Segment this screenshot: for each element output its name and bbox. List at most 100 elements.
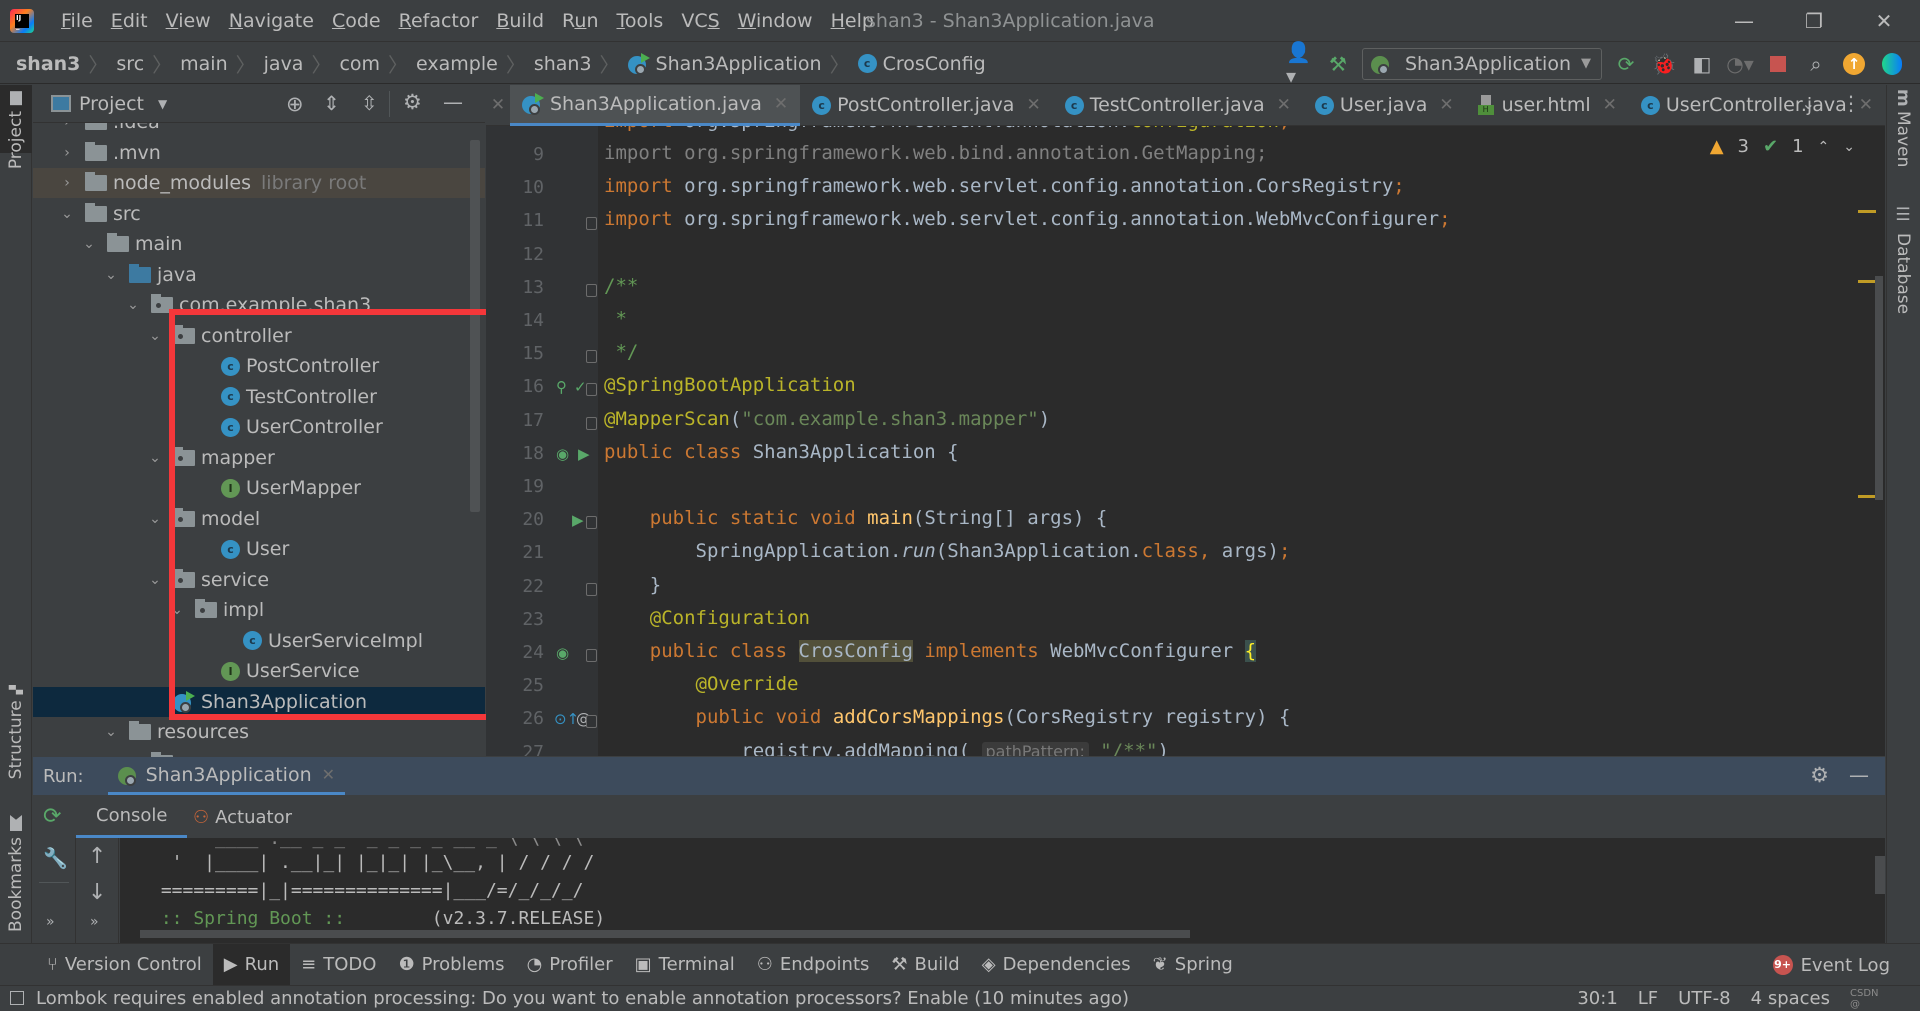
stop-icon[interactable]	[1764, 50, 1792, 78]
code-line[interactable]: *	[604, 308, 626, 330]
run-gutter-icon[interactable]: ▶	[578, 445, 590, 463]
breadcrumb-item[interactable]: java	[264, 53, 304, 75]
coverage-icon[interactable]: ◧	[1688, 50, 1716, 78]
project-tree-scrollbar[interactable]	[470, 140, 480, 512]
fold-marker-icon[interactable]	[586, 217, 597, 231]
chevron-right-icon[interactable]: ›	[59, 145, 75, 161]
chevron-down-icon[interactable]: ⌄	[103, 724, 119, 740]
tree-item[interactable]: ⌄ impl	[33, 595, 485, 625]
code-line[interactable]: import org.springframework.web.bind.anno…	[604, 142, 1267, 164]
spring-bean-icon[interactable]: ⚲	[556, 378, 567, 396]
breadcrumb-item[interactable]: com	[339, 53, 380, 75]
fold-marker-icon[interactable]	[586, 283, 597, 297]
tree-item[interactable]: › .mvn	[33, 138, 485, 168]
tree-item[interactable]: I UserMapper	[33, 473, 485, 503]
editor-tab[interactable]: c TestController.java ✕	[1053, 85, 1303, 126]
fold-marker-icon[interactable]	[586, 649, 597, 662]
tree-item[interactable]: ⌄ java	[33, 260, 485, 290]
project-stripe-button[interactable]: Project	[0, 85, 32, 169]
chevron-down-icon[interactable]: ⌄	[169, 602, 185, 618]
code-line[interactable]: public static void main(String[] args) {	[604, 507, 1108, 529]
code-line[interactable]: @Configuration	[604, 607, 810, 629]
event-log-button[interactable]: 9+ Event Log	[1772, 944, 1890, 986]
user-icon[interactable]: 👤▾	[1286, 40, 1314, 88]
menu-build[interactable]: Build	[487, 0, 553, 42]
tree-item[interactable]: › .idea	[33, 123, 485, 137]
plugin-icon[interactable]	[1878, 50, 1906, 78]
update-icon[interactable]: ↑	[1840, 50, 1868, 78]
code-editor[interactable]: import org.springframework.context.annot…	[486, 126, 1885, 756]
breadcrumb-item[interactable]: c CrosConfig	[857, 53, 986, 75]
status-message[interactable]: Lombok requires enabled annotation proce…	[36, 988, 1129, 1009]
menu-refactor[interactable]: Refactor	[390, 0, 488, 42]
project-view-selector[interactable]: Project	[79, 93, 144, 115]
code-line[interactable]: import org.springframework.web.servlet.c…	[604, 208, 1451, 230]
tool-window-endpoints[interactable]: ⚇ Endpoints	[746, 944, 881, 986]
next-highlight-icon[interactable]: ⌄	[1843, 139, 1855, 155]
menu-navigate[interactable]: Navigate	[220, 0, 323, 42]
tree-item[interactable]: ⌄ service	[33, 565, 485, 595]
tool-window-todo[interactable]: ≡ TODO	[290, 944, 387, 986]
close-icon[interactable]: ✕	[1026, 95, 1040, 115]
code-line[interactable]: @SpringBootApplication	[604, 374, 856, 396]
structure-stripe-button[interactable]: Structure ▞	[0, 685, 32, 779]
tree-item[interactable]: Shan3Application	[33, 686, 485, 717]
chevron-down-icon[interactable]: ▼	[158, 97, 167, 111]
chevron-down-icon[interactable]: ⌄	[147, 572, 163, 588]
locate-file-icon[interactable]: ⊕	[286, 92, 304, 116]
tree-item[interactable]: c PostController	[33, 351, 485, 381]
error-stripe-mark[interactable]	[1858, 280, 1876, 283]
wrench-icon[interactable]: 🔧	[43, 846, 68, 870]
code-line[interactable]: }	[604, 574, 661, 596]
tree-item[interactable]: ⌄ resources	[33, 717, 485, 747]
rerun-icon[interactable]: ⟳	[1612, 50, 1640, 78]
run-tab-shan3application[interactable]: Shan3Application ✕	[107, 757, 346, 795]
tree-item[interactable]: ⌄ mapper	[33, 443, 485, 473]
menu-run[interactable]: Run	[553, 0, 607, 42]
chevron-down-icon[interactable]: ⌄	[147, 328, 163, 344]
scroll-up-icon[interactable]: ↑	[88, 844, 106, 869]
breadcrumb-item[interactable]: main	[180, 53, 227, 75]
actuator-tab[interactable]: ⚇ Actuator	[193, 796, 292, 838]
tree-item[interactable]: c TestController	[33, 382, 485, 412]
fold-marker-icon[interactable]	[586, 516, 597, 530]
chevron-down-icon[interactable]: ⌄	[147, 511, 163, 527]
run-gutter-icon[interactable]: ▶	[572, 511, 584, 529]
more-options-icon[interactable]: ⋮	[1841, 91, 1861, 115]
breadcrumb-item[interactable]: shan3	[534, 53, 592, 75]
spring-bean-navigate-icon[interactable]: ◉	[556, 445, 569, 463]
code-line[interactable]: /**	[604, 275, 638, 297]
profile-icon[interactable]: ◔▾	[1726, 50, 1754, 78]
previous-highlight-icon[interactable]: ⌃	[1818, 139, 1830, 155]
fold-marker-icon[interactable]	[586, 715, 597, 729]
menu-file[interactable]: File	[52, 0, 102, 42]
editor-tab[interactable]: c PostController.java ✕	[800, 85, 1053, 126]
close-icon[interactable]: ✕	[1439, 95, 1453, 115]
close-icon[interactable]: ✕	[1603, 95, 1617, 115]
database-stripe-button[interactable]: ☰ Database	[1893, 205, 1913, 314]
tree-item[interactable]: ⌄ src	[33, 199, 485, 229]
tree-item[interactable]: ⌄ model	[33, 504, 485, 534]
close-icon[interactable]: ✕	[322, 765, 335, 784]
code-line[interactable]: public void addCorsMappings(CorsRegistry…	[604, 706, 1291, 728]
tool-window-run[interactable]: ▶ Run	[212, 943, 291, 986]
expand-all-icon[interactable]: ⇕	[323, 91, 340, 115]
menu-vcs[interactable]: VCS	[672, 0, 728, 42]
line-separator[interactable]: LF	[1638, 988, 1658, 1009]
more-icon[interactable]: »	[90, 914, 99, 930]
indent-setting[interactable]: 4 spaces	[1751, 988, 1830, 1009]
tree-item[interactable]: ⌄ controller	[33, 321, 485, 351]
fold-marker-icon[interactable]	[586, 350, 597, 364]
tree-item[interactable]: c User	[33, 534, 485, 564]
error-stripe-mark[interactable]	[1858, 210, 1876, 213]
spring-check-icon[interactable]: ✓	[574, 378, 587, 396]
hide-panel-icon[interactable]: —	[443, 90, 463, 114]
editor-tab[interactable]: user.html ✕	[1466, 85, 1629, 126]
chevron-right-icon[interactable]: ›	[59, 123, 75, 130]
editor-tab[interactable]: c User.java ✕	[1303, 85, 1466, 126]
toggle-tool-windows-icon[interactable]	[10, 991, 24, 1005]
minimize-button[interactable]: —	[1715, 0, 1773, 42]
debug-icon[interactable]: 🐞	[1650, 50, 1678, 78]
close-icon[interactable]: ✕	[486, 95, 510, 115]
rerun-icon[interactable]: ⟳	[43, 804, 61, 829]
